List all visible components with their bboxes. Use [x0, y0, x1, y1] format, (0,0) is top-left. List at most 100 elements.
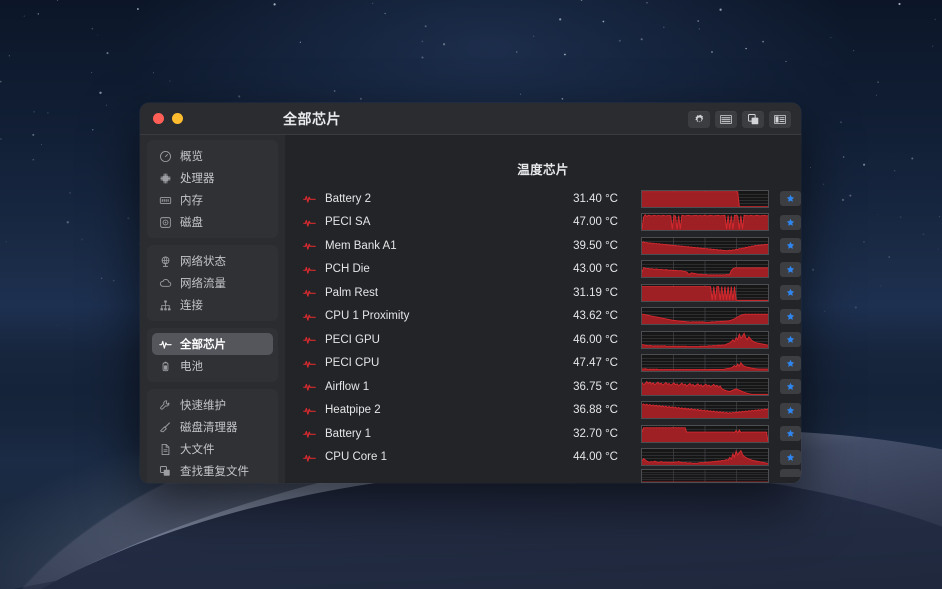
- wrench-icon: [159, 399, 172, 412]
- favorite-button[interactable]: [780, 402, 801, 418]
- table-row[interactable]: PECI GPU 46.00 °C: [285, 328, 801, 352]
- star-icon: [786, 383, 795, 391]
- sidebar-item-内存[interactable]: 内存: [152, 189, 273, 211]
- sensor-name: PECI CPU: [325, 357, 380, 370]
- nodes-icon: [159, 299, 172, 312]
- memory-icon: [159, 196, 172, 204]
- sensor-graph: [641, 307, 769, 326]
- sidebar-item-label: 快速维护: [180, 400, 226, 412]
- favorite-button[interactable]: [780, 191, 801, 207]
- sensor-value: 44.00 °C: [573, 451, 618, 464]
- table-row[interactable]: [285, 469, 801, 483]
- sensor-graph: [641, 189, 769, 208]
- sensor-name: Palm Rest: [325, 286, 379, 299]
- menubar-button[interactable]: [715, 110, 737, 128]
- close-button[interactable]: [153, 113, 164, 124]
- broom-icon: [160, 421, 170, 432]
- sensor-graph: [641, 377, 769, 396]
- sensor-sparkline: [642, 308, 768, 325]
- pulse-icon: [303, 357, 319, 370]
- sensor-graph: [641, 469, 769, 483]
- sensor-sparkline: [642, 425, 768, 442]
- table-row[interactable]: Airflow 1 36.75 °C: [285, 375, 801, 399]
- sensor-value: 47.47 °C: [573, 357, 618, 370]
- table-row[interactable]: Battery 2 31.40 °C: [285, 187, 801, 211]
- sensor-sparkline: [642, 190, 768, 207]
- sidebar-item-网络流量[interactable]: 网络流量: [152, 272, 273, 294]
- sensor-sparkline: [642, 284, 768, 301]
- sidebar-item-label: 查找重复文件: [180, 466, 249, 478]
- favorite-button[interactable]: [780, 426, 801, 442]
- sensor-name: PECI GPU: [325, 333, 380, 346]
- sidebar-item-电池[interactable]: 电池: [152, 355, 273, 377]
- pulse-icon: [303, 216, 319, 229]
- star-icon: [786, 195, 795, 203]
- disk-icon: [160, 216, 171, 228]
- sensor-sparkline: [642, 402, 768, 419]
- pulse-icon: [303, 239, 319, 252]
- gauge-icon: [159, 150, 172, 163]
- pulse-icon: [303, 451, 319, 464]
- favorite-button[interactable]: [780, 285, 801, 301]
- sidebar-item-磁盘[interactable]: 磁盘: [152, 211, 273, 233]
- sidebar-item-大文件[interactable]: 大文件: [152, 438, 273, 460]
- table-row[interactable]: Battery 1 32.70 °C: [285, 422, 801, 446]
- copy-icon: [747, 113, 758, 124]
- minimize-button[interactable]: [172, 113, 183, 124]
- table-row[interactable]: PECI SA 47.00 °C: [285, 211, 801, 235]
- sidebar-item-查找重复文件[interactable]: 查找重复文件: [152, 460, 273, 482]
- star-icon: [786, 242, 795, 250]
- sidebar-item-快速维护[interactable]: 快速维护: [152, 394, 273, 416]
- sidebar-item-网络状态[interactable]: 网络状态: [152, 250, 273, 272]
- sensor-sparkline: [642, 449, 768, 466]
- table-row[interactable]: PCH Die 43.00 °C: [285, 258, 801, 282]
- sidebar-item-概览[interactable]: 概览: [152, 145, 273, 167]
- cloud-icon: [159, 277, 172, 290]
- table-row[interactable]: Palm Rest 31.19 °C: [285, 281, 801, 305]
- favorite-button[interactable]: [780, 308, 801, 324]
- globe-icon: [161, 256, 170, 267]
- sidebar-item-磁盘清理器[interactable]: 磁盘清理器: [152, 416, 273, 438]
- sensor-value: 39.50 °C: [573, 239, 618, 252]
- memory-icon: [159, 194, 172, 207]
- sidebar-item-连接[interactable]: 连接: [152, 294, 273, 316]
- settings-button[interactable]: [688, 110, 710, 128]
- sidebar-item-隐私保护[interactable]: 隐私保护: [152, 482, 273, 483]
- sensor-name: Airflow 1: [325, 380, 370, 393]
- duplicate-icon: [159, 465, 172, 478]
- sidebar-group-network: 网络状态 网络流量 连接: [147, 245, 278, 321]
- pulse-icon: [303, 380, 319, 393]
- table-row[interactable]: Heatpipe 2 36.88 °C: [285, 399, 801, 423]
- sensor-sparkline: [642, 355, 768, 372]
- sidebar-item-全部芯片[interactable]: 全部芯片: [152, 333, 273, 355]
- favorite-button[interactable]: [780, 355, 801, 371]
- favorite-button[interactable]: [780, 238, 801, 254]
- favorite-button[interactable]: [780, 449, 801, 465]
- favorite-button[interactable]: [780, 332, 801, 348]
- table-row[interactable]: CPU Core 1 44.00 °C: [285, 446, 801, 470]
- star-icon: [786, 312, 795, 320]
- sensor-value: 46.00 °C: [573, 333, 618, 346]
- favorite-button[interactable]: [780, 214, 801, 230]
- sidebar-group-sensors: 全部芯片 电池: [147, 328, 278, 382]
- star-icon: [786, 336, 795, 344]
- windows-button[interactable]: [742, 110, 764, 128]
- sensor-value: 31.19 °C: [573, 286, 618, 299]
- favorite-button[interactable]: [780, 261, 801, 277]
- toolbar: [688, 103, 791, 135]
- star-icon: [786, 218, 795, 226]
- sensor-sparkline: [642, 378, 768, 395]
- battery-icon: [162, 361, 169, 371]
- table-row[interactable]: CPU 1 Proximity 43.62 °C: [285, 305, 801, 329]
- table-row[interactable]: PECI CPU 47.47 °C: [285, 352, 801, 376]
- layout-button[interactable]: [769, 110, 791, 128]
- wrench-icon: [160, 399, 170, 410]
- table-row[interactable]: Mem Bank A1 39.50 °C: [285, 234, 801, 258]
- sensor-graph: [641, 236, 769, 255]
- favorite-button[interactable]: [780, 469, 801, 477]
- sidebar-item-label: 处理器: [180, 173, 215, 185]
- gear-icon: [694, 114, 703, 122]
- sidebar-item-处理器[interactable]: 处理器: [152, 167, 273, 189]
- desktop: 全部芯片 概览 处理器 内存 磁盘 网络状态 网络流量 连接 全部芯片 电池 快…: [0, 0, 942, 589]
- favorite-button[interactable]: [780, 379, 801, 395]
